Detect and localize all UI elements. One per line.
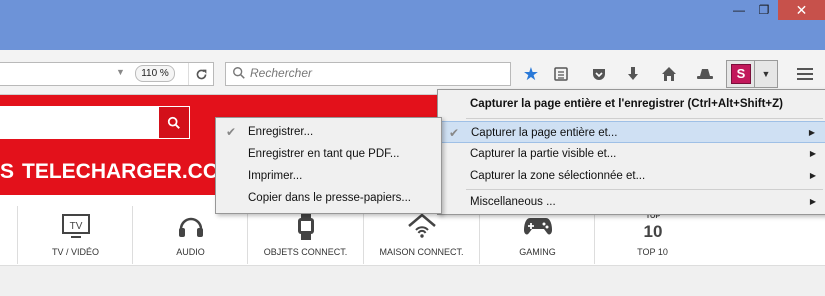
- screenshot-menu: Capturer la page entière et l'enregistre…: [437, 89, 825, 215]
- headphones-icon: [133, 212, 248, 240]
- capture-full-page-item[interactable]: ✔ Capturer la page entière et... ▶: [438, 121, 825, 143]
- print-item[interactable]: Imprimer...: [216, 165, 441, 187]
- check-icon: ✔: [449, 126, 460, 140]
- tv-icon: TV: [18, 212, 133, 240]
- miscellaneous-item[interactable]: Miscellaneous ... ▶: [438, 191, 825, 213]
- category-label: TOP 10: [637, 247, 668, 257]
- search-input[interactable]: Rechercher: [225, 62, 511, 86]
- copy-to-clipboard-item[interactable]: Copier dans le presse-papiers...: [216, 187, 441, 209]
- smart-home-icon: [364, 212, 479, 240]
- page-lower-area: [0, 266, 825, 296]
- submenu-arrow-icon: ▶: [809, 197, 816, 206]
- site-search-button[interactable]: [158, 106, 190, 139]
- capture-full-page-save-item[interactable]: Capturer la page entière et l'enregistre…: [438, 93, 825, 115]
- screenshot-extension-logo: S: [731, 64, 751, 84]
- title-bar: [0, 0, 825, 50]
- category-label: AUDIO: [176, 247, 205, 257]
- smartwatch-icon: [248, 212, 363, 240]
- category-label: OBJETS CONNECT.: [263, 247, 348, 257]
- submenu-arrow-icon: ▶: [809, 149, 816, 158]
- category-tv-video[interactable]: TV TV / VIDÉO: [17, 206, 133, 264]
- screenshot-extension-button[interactable]: S ▼: [726, 60, 778, 88]
- url-history-dropdown-icon[interactable]: ▼: [116, 67, 126, 77]
- save-as-pdf-item[interactable]: Enregistrer en tant que PDF...: [216, 143, 441, 165]
- svg-text:TV: TV: [69, 221, 82, 232]
- search-icon: [233, 67, 245, 79]
- site-search-field[interactable]: [0, 106, 158, 139]
- bookmark-star-icon[interactable]: ★: [518, 62, 544, 86]
- category-audio[interactable]: AUDIO: [132, 206, 248, 264]
- submenu-arrow-icon: ▶: [809, 171, 816, 180]
- close-button[interactable]: ✕: [778, 0, 825, 20]
- hat-icon[interactable]: [692, 62, 718, 86]
- site-logo-title[interactable]: TELECHARGER.COM: [22, 160, 237, 184]
- category-objets-connectes[interactable]: OBJETS CONNECT.: [247, 206, 363, 264]
- category-label: MAISON CONNECT.: [379, 247, 464, 257]
- check-icon: ✔: [226, 125, 237, 139]
- reload-icon[interactable]: [188, 63, 213, 85]
- restore-button[interactable]: ❐: [752, 0, 776, 20]
- home-icon[interactable]: [656, 62, 682, 86]
- search-placeholder: Rechercher: [250, 66, 313, 80]
- capture-full-page-submenu: ✔ Enregistrer... Enregistrer en tant que…: [215, 117, 442, 214]
- category-label: GAMING: [519, 247, 556, 257]
- submenu-arrow-icon: ▶: [808, 128, 815, 137]
- capture-selected-zone-item[interactable]: Capturer la zone sélectionnée et... ▶: [438, 165, 825, 187]
- svg-text:10: 10: [643, 222, 662, 241]
- download-icon[interactable]: [620, 62, 646, 86]
- site-nav-partial-label[interactable]: S: [0, 160, 18, 184]
- gamepad-icon: [480, 212, 595, 240]
- url-bar[interactable]: [0, 62, 214, 86]
- top10-icon: TOP 10: [595, 212, 710, 241]
- save-item[interactable]: ✔ Enregistrer...: [216, 121, 441, 143]
- zoom-level-badge[interactable]: 110 %: [135, 65, 175, 82]
- capture-visible-part-item[interactable]: Capturer la partie visible et... ▶: [438, 143, 825, 165]
- search-icon: [167, 116, 180, 129]
- chevron-down-icon[interactable]: ▼: [754, 61, 777, 87]
- pocket-icon[interactable]: [586, 62, 612, 86]
- minimize-button[interactable]: —: [727, 0, 751, 20]
- bookmarks-list-icon[interactable]: [548, 62, 574, 86]
- category-label: TV / VIDÉO: [51, 247, 99, 257]
- menu-hamburger-icon[interactable]: [792, 62, 818, 86]
